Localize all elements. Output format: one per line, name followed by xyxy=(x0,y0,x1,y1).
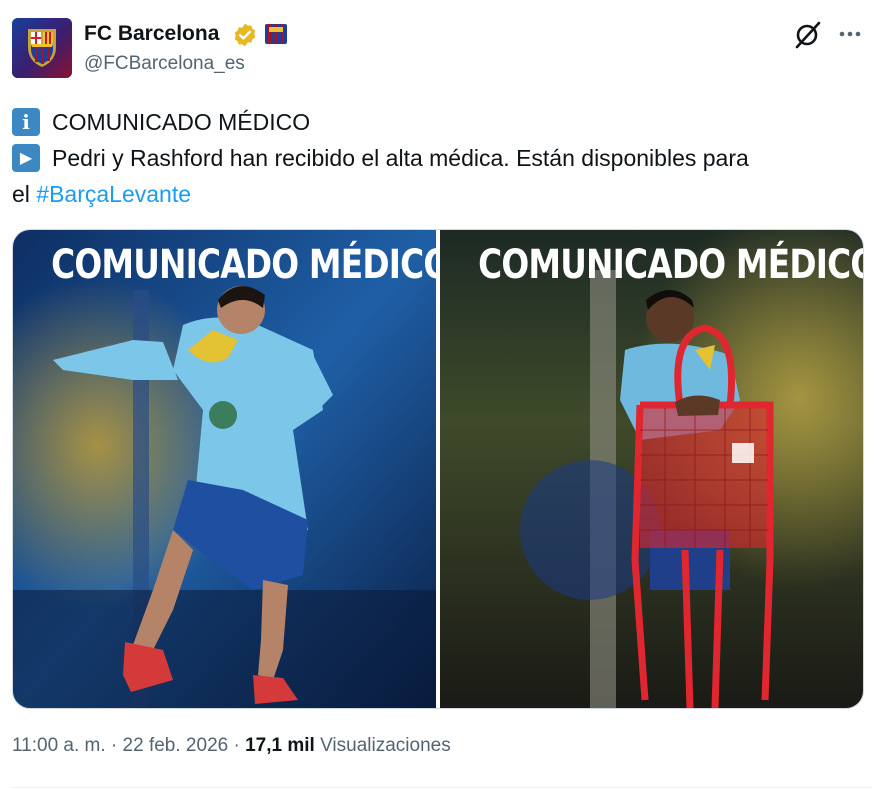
author-handle[interactable]: @FCBarcelona_es xyxy=(84,53,245,75)
rashford-photo-illustration xyxy=(440,230,863,708)
avatar[interactable] xyxy=(12,18,72,78)
play-emoji-icon: ▶ xyxy=(12,144,40,172)
pedri-photo-illustration xyxy=(13,230,436,708)
tweet-line-2: ▶ Pedri y Rashford han recibido el alta … xyxy=(12,140,862,176)
tweet-date[interactable]: 22 feb. 2026 xyxy=(123,735,229,756)
tweet-line-3: el #BarçaLevante xyxy=(12,176,862,212)
meta-separator: · xyxy=(105,735,123,756)
hashtag-link[interactable]: #BarçaLevante xyxy=(36,181,191,207)
tweet-time[interactable]: 11:00 a. m. xyxy=(12,735,106,756)
left-image-title: COMUNICADO MÉDICO xyxy=(51,242,436,288)
media-grid: COMUNICADO MÉDICO COMUNICADO MÉDICO xyxy=(12,229,864,709)
meta-separator: · xyxy=(228,735,246,756)
verified-badge-icon[interactable] xyxy=(232,22,258,48)
divider xyxy=(12,787,872,788)
media-image-pedri[interactable]: COMUNICADO MÉDICO xyxy=(13,230,436,708)
right-image-title: COMUNICADO MÉDICO xyxy=(478,242,863,288)
views-label: Visualizaciones xyxy=(314,735,451,756)
more-icon[interactable] xyxy=(836,20,864,48)
tweet-body-tail: el xyxy=(12,181,37,207)
author-name[interactable]: FC Barcelona xyxy=(84,22,219,46)
grok-icon[interactable] xyxy=(792,20,822,50)
tweet-headline: COMUNICADO MÉDICO xyxy=(52,109,311,135)
tweet-text: i COMUNICADO MÉDICO ▶ Pedri y Rashford h… xyxy=(12,104,862,212)
tweet-body-text: Pedri y Rashford han recibido el alta mé… xyxy=(52,145,749,171)
views-count: 17,1 mil xyxy=(245,735,315,756)
tweet-meta: 11:00 a. m. · 22 feb. 2026 · 17,1 mil Vi… xyxy=(12,735,451,757)
media-image-rashford[interactable]: COMUNICADO MÉDICO xyxy=(440,230,863,708)
barcelona-crest-emoji-icon xyxy=(265,24,287,44)
info-emoji-icon: i xyxy=(12,108,40,136)
fc-barcelona-crest-icon xyxy=(28,29,56,67)
tweet-line-1: i COMUNICADO MÉDICO xyxy=(12,104,862,140)
